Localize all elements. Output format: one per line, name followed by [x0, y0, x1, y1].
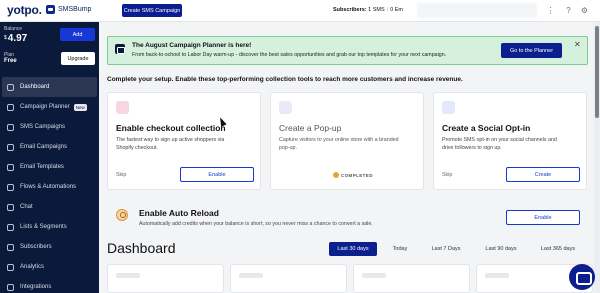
help-icon[interactable]: ?: [563, 5, 574, 16]
sidebar-item-subscribers[interactable]: Subscribers: [2, 237, 97, 257]
subscribers-email: 0 Em: [390, 7, 403, 13]
calendar-icon: [7, 103, 14, 111]
user-icon: [7, 243, 14, 251]
sidebar-item-analytics[interactable]: Analytics: [2, 257, 97, 277]
close-icon[interactable]: ✕: [574, 40, 581, 49]
account-area: [417, 3, 537, 18]
skip-link[interactable]: Skip: [116, 172, 126, 178]
new-badge: New: [73, 103, 87, 111]
enable-checkout-button[interactable]: Enable: [180, 167, 254, 182]
sidebar-item-chat[interactable]: Chat: [2, 197, 97, 217]
sidebar-item-sms-campaigns[interactable]: SMS Campaigns: [2, 117, 97, 137]
apps-grid-icon[interactable]: ⋮: [545, 5, 556, 16]
range-last-7-days[interactable]: Last 7 Days: [424, 242, 468, 256]
sms-icon: [7, 123, 14, 131]
flow-icon: [7, 183, 14, 191]
card-title: Create a Social Opt-in: [442, 123, 531, 133]
range-last-90-days[interactable]: Last 90 days: [478, 242, 524, 256]
go-to-planner-button[interactable]: Go to the Planner: [501, 43, 562, 58]
shopping-bag-icon: [116, 101, 129, 114]
social-thumbs-up-icon: [442, 101, 455, 114]
sidebar-item-dashboard[interactable]: Dashboard: [2, 77, 97, 97]
completed-badge: COMPLETED: [333, 172, 373, 178]
settings-gear-icon[interactable]: ⚙: [579, 5, 590, 16]
page-scrollbar[interactable]: [594, 22, 600, 293]
sidebar-item-lists-segments[interactable]: Lists & Segments: [2, 217, 97, 237]
banner-text: From back-to-school to Labor Day warm-up…: [132, 52, 447, 58]
banner-title: The August Campaign Planner is here!: [132, 42, 252, 49]
auto-reload-title: Enable Auto Reload: [139, 208, 219, 218]
sidebar-item-flows[interactable]: Flows & Automations: [2, 177, 97, 197]
create-social-optin-button[interactable]: Create: [506, 167, 580, 182]
upgrade-button[interactable]: Upgrade: [61, 52, 95, 65]
subscribers-sms: 1 SMS: [368, 7, 385, 13]
popup-card: Create a Pop-up Capture visitors to your…: [270, 92, 424, 190]
sidebar-item-integrations[interactable]: Integrations: [2, 277, 97, 293]
card-title: Enable checkout collection: [116, 123, 226, 133]
social-optin-card: Create a Social Opt-in Promote SMS opt-i…: [433, 92, 587, 190]
list-icon: [7, 223, 14, 231]
card-title: Create a Pop-up: [279, 123, 342, 133]
range-last-365-days[interactable]: Last 365 days: [532, 242, 584, 256]
home-icon: [7, 83, 14, 91]
card-description: The fastest way to sign up active shoppe…: [116, 137, 225, 151]
sidebar: Balance $4.97 Add Plan Free Upgrade Dash…: [0, 22, 99, 293]
create-sms-campaign-button[interactable]: Create SMS Campaign: [122, 4, 182, 17]
auto-reload-description: Automatically add credits when your bala…: [139, 221, 373, 227]
integrations-icon: [7, 283, 14, 291]
popup-cursor-icon: [279, 101, 292, 114]
template-icon: [7, 163, 14, 171]
analytics-icon: [7, 263, 14, 271]
stat-card: [107, 264, 224, 293]
skip-link[interactable]: Skip: [442, 172, 452, 178]
alarm-clock-icon: [116, 209, 128, 221]
top-bar: yotpo. SMSBump Create SMS Campaign Subsc…: [0, 0, 600, 22]
stat-card: [230, 264, 347, 293]
card-description: Capture visitors to your online store wi…: [279, 137, 399, 151]
app-name: SMSBump: [58, 6, 92, 13]
stat-card: [353, 264, 470, 293]
sidebar-nav: Dashboard Campaign Planner New SMS Campai…: [2, 77, 97, 293]
subscribers-label: Subscribers:: [333, 7, 367, 13]
dashboard-title: Dashboard: [107, 240, 176, 256]
setup-heading: Complete your setup. Enable these top-pe…: [107, 76, 463, 83]
balance-label: Balance: [4, 26, 23, 32]
calendar-icon: [115, 44, 125, 54]
email-icon: [7, 143, 14, 151]
range-today[interactable]: Today: [384, 242, 416, 256]
chat-icon: [7, 203, 14, 211]
sms-bump-icon: [46, 5, 55, 14]
add-balance-button[interactable]: Add: [60, 28, 95, 41]
chat-support-icon[interactable]: [569, 264, 595, 290]
balance-amount: $4.97: [4, 33, 28, 44]
subscriber-count: Subscribers: 1 SMS | 0 Em: [333, 7, 403, 13]
campaign-planner-banner: The August Campaign Planner is here! Fro…: [107, 36, 588, 65]
sidebar-item-email-campaigns[interactable]: Email Campaigns: [2, 137, 97, 157]
app-switcher[interactable]: SMSBump: [46, 5, 91, 14]
yotpo-logo[interactable]: yotpo.: [7, 3, 42, 17]
range-last-30-days[interactable]: Last 30 days: [329, 242, 377, 256]
sidebar-item-campaign-planner[interactable]: Campaign Planner New: [2, 97, 97, 117]
scroll-thumb[interactable]: [595, 26, 599, 118]
confetti-icon: [333, 172, 339, 178]
checkout-collection-card: Enable checkout collection The fastest w…: [107, 92, 261, 190]
sidebar-item-email-templates[interactable]: Email Templates: [2, 157, 97, 177]
card-description: Promote SMS opt-in on your social channe…: [442, 137, 557, 151]
enable-auto-reload-button[interactable]: Enable: [506, 210, 580, 225]
plan-value: Free: [4, 58, 17, 64]
